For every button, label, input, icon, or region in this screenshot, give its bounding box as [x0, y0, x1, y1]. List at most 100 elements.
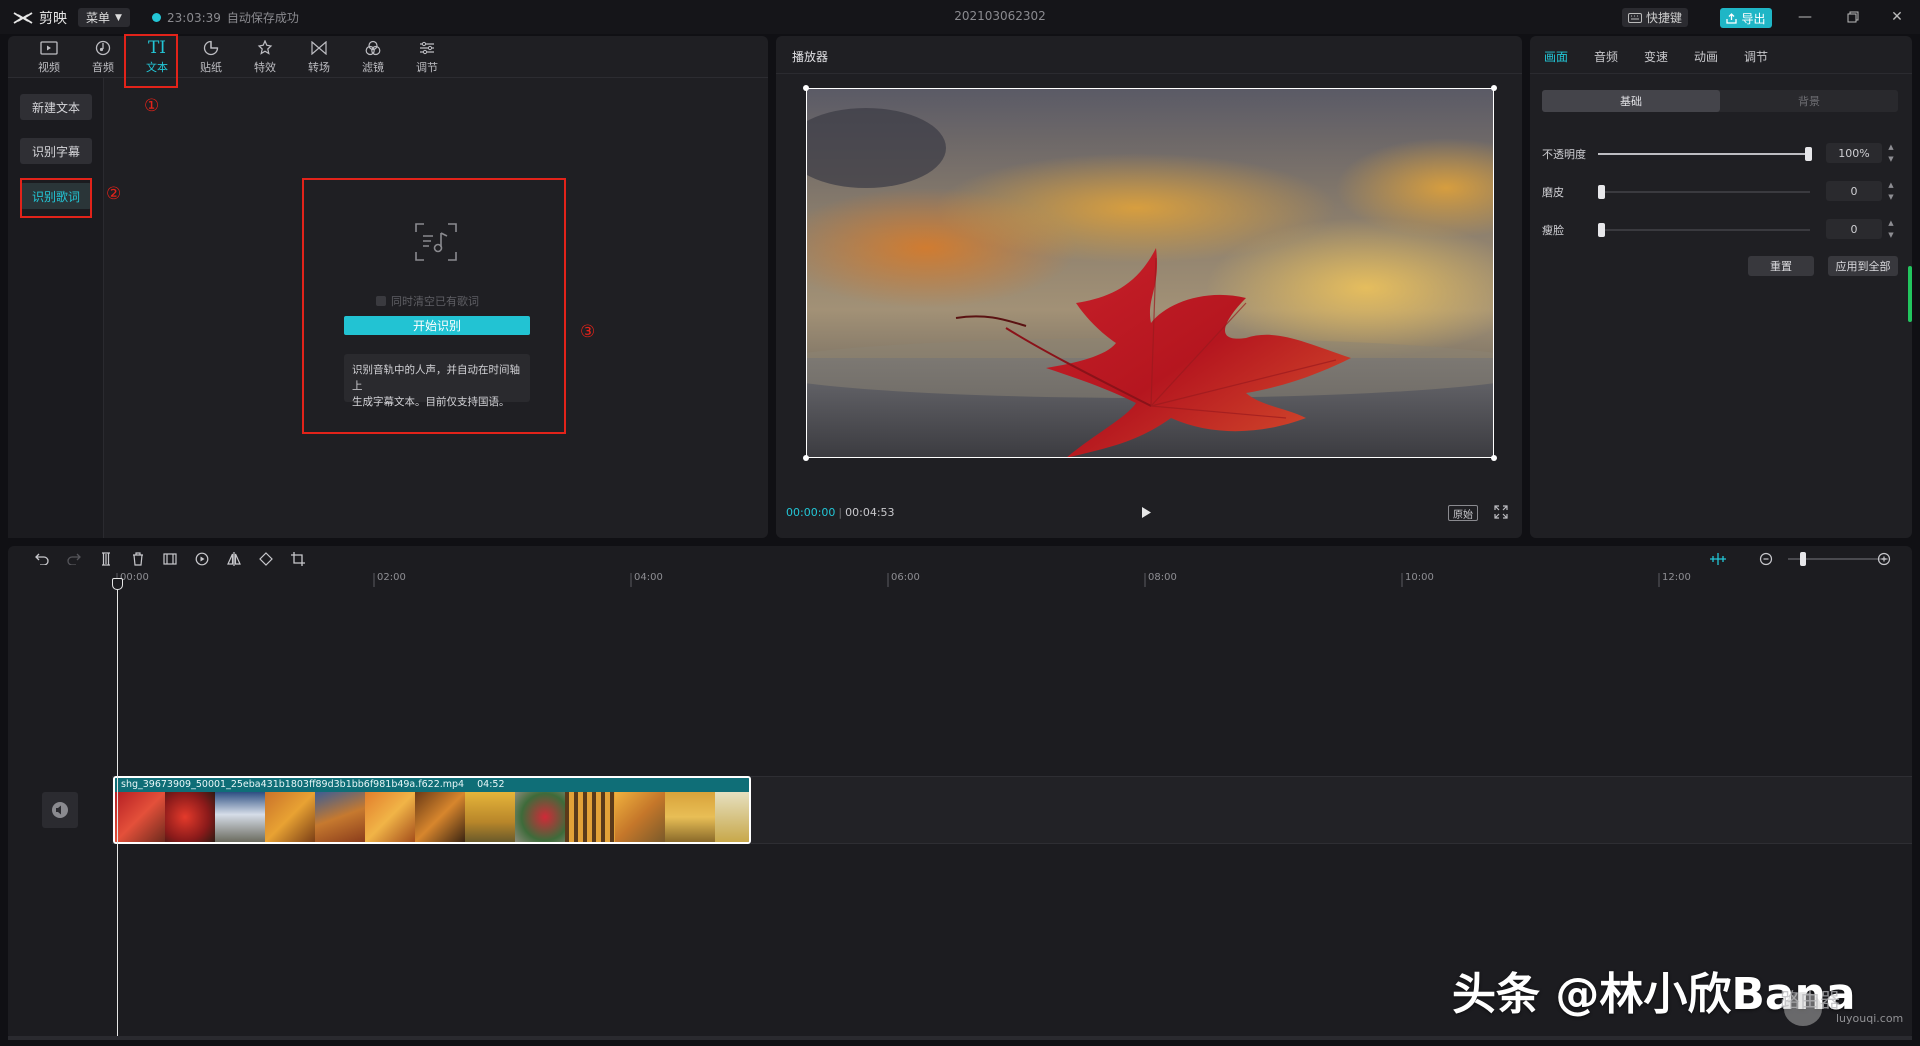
opacity-slider-knob[interactable]	[1805, 147, 1812, 161]
redo-button[interactable]	[64, 550, 84, 568]
redo-icon	[67, 553, 81, 565]
snap-toggle[interactable]	[1708, 550, 1728, 568]
clear-lyrics-checkbox-row[interactable]: 同时清空已有歌词	[376, 293, 479, 309]
zoom-slider[interactable]	[1788, 552, 1888, 566]
face-slim-slider-knob[interactable]	[1598, 223, 1605, 237]
segment-basic[interactable]: 基础	[1542, 90, 1720, 112]
chevron-up-icon[interactable]: ▲	[1888, 219, 1893, 227]
close-button[interactable]: ✕	[1882, 6, 1912, 28]
smoothing-slider-knob[interactable]	[1598, 185, 1605, 199]
opacity-slider[interactable]	[1598, 147, 1812, 161]
tool-filter[interactable]: 滤镜	[346, 36, 400, 78]
split-button[interactable]	[96, 550, 116, 568]
crop-button[interactable]	[288, 550, 308, 568]
clip-thumbnail	[715, 792, 749, 842]
reverse-button[interactable]	[192, 550, 212, 568]
shortcut-button[interactable]: 快捷键	[1622, 8, 1688, 27]
rotate-button[interactable]	[256, 550, 276, 568]
tool-effects[interactable]: 特效	[238, 36, 292, 78]
zoom-slider-knob[interactable]	[1800, 552, 1806, 566]
play-button[interactable]	[1136, 502, 1156, 522]
annotation-marker-1: ①	[144, 96, 160, 116]
delete-button[interactable]	[128, 550, 148, 568]
inspector-scrollbar[interactable]	[1908, 266, 1912, 322]
chevron-down-icon[interactable]: ▼	[1888, 155, 1893, 163]
chevron-down-icon[interactable]: ▼	[1888, 231, 1893, 239]
sticker-icon	[201, 39, 221, 57]
minimize-button[interactable]: —	[1790, 6, 1820, 28]
smoothing-stepper[interactable]: ▲ ▼	[1886, 181, 1896, 201]
reset-button[interactable]: 重置	[1748, 256, 1814, 276]
tool-transition-label: 转场	[308, 61, 330, 74]
playhead-line[interactable]	[117, 580, 118, 1036]
smoothing-input[interactable]: 0	[1826, 181, 1882, 201]
text-sidebar: 新建文本 识别字幕 识别歌词	[8, 78, 104, 538]
chevron-down-icon[interactable]: ▼	[1888, 193, 1893, 201]
chevron-up-icon[interactable]: ▲	[1888, 143, 1893, 151]
split-icon	[102, 552, 110, 566]
face-slim-slider[interactable]	[1598, 223, 1810, 237]
sidebar-item-new-text[interactable]: 新建文本	[20, 94, 92, 120]
track-mute-button[interactable]	[42, 792, 78, 828]
media-panel: 视频 音频 TI 文本 贴纸 特效 转场 滤镜 调节 ① 新建文本 识别字幕 识…	[8, 34, 768, 538]
freeze-button[interactable]	[160, 550, 180, 568]
opacity-input[interactable]: 100%	[1826, 143, 1882, 163]
maximize-button[interactable]	[1838, 6, 1868, 28]
timeline-ruler[interactable]	[8, 572, 1912, 587]
start-recognition-button[interactable]: 开始识别	[344, 316, 530, 335]
opacity-stepper[interactable]: ▲ ▼	[1886, 143, 1896, 163]
chevron-up-icon[interactable]: ▲	[1888, 181, 1893, 189]
sidebar-item-recognize-subtitles[interactable]: 识别字幕	[20, 138, 92, 164]
inspector-panel: 画面 音频 变速 动画 调节 基础 背景 不透明度 100% ▲ ▼ 磨皮 0 ▲…	[1530, 36, 1912, 538]
clip-thumbnail	[215, 792, 265, 842]
tab-audio[interactable]: 音频	[1594, 48, 1618, 65]
crop-icon	[291, 552, 305, 566]
face-slim-input[interactable]: 0	[1826, 219, 1882, 239]
close-icon: ✕	[1891, 9, 1903, 25]
tab-speed[interactable]: 变速	[1644, 48, 1668, 65]
tab-picture[interactable]: 画面	[1544, 48, 1568, 65]
ratio-button[interactable]: 原始	[1448, 505, 1478, 521]
restore-icon	[1847, 11, 1859, 23]
capcut-logo-icon	[13, 12, 33, 24]
export-button[interactable]: 导出	[1720, 8, 1772, 28]
tool-video-label: 视频	[38, 61, 60, 74]
clip-header: shg_39673909_50001_25eba431b1803ff89d3b1…	[115, 778, 749, 792]
player-panel: 播放器 00:00:00 | 00:04:53 原始	[750, 36, 1556, 538]
zoom-out-button[interactable]	[1756, 550, 1776, 568]
video-preview[interactable]	[750, 85, 1556, 461]
reverse-icon	[195, 552, 209, 566]
shortcut-label: 快捷键	[1645, 11, 1682, 25]
tool-audio[interactable]: 音频	[76, 36, 130, 78]
tab-adjust[interactable]: 调节	[1744, 48, 1768, 65]
menu-button[interactable]: 菜单 ▼	[78, 8, 130, 27]
export-icon	[1726, 12, 1738, 24]
playhead-handle[interactable]	[112, 578, 123, 590]
face-slim-stepper[interactable]: ▲ ▼	[1886, 219, 1896, 239]
video-bounding-frame	[806, 88, 1494, 458]
zoom-in-button[interactable]	[1874, 550, 1894, 568]
fullscreen-button[interactable]	[1494, 504, 1510, 520]
app-logo: 剪映	[12, 8, 67, 28]
clip-thumbnails	[115, 792, 749, 842]
undo-button[interactable]	[32, 550, 52, 568]
timeline-toolbar	[8, 546, 1912, 572]
mirror-button[interactable]	[224, 550, 244, 568]
video-clip[interactable]: shg_39673909_50001_25eba431b1803ff89d3b1…	[113, 776, 751, 844]
timeline-scrollbar[interactable]	[8, 1036, 1912, 1040]
tool-adjust[interactable]: 调节	[400, 36, 454, 78]
filter-icon	[363, 39, 383, 57]
tool-sticker-label: 贴纸	[200, 61, 222, 74]
minimize-icon: —	[1798, 9, 1812, 25]
mirror-icon	[227, 552, 241, 566]
tool-video[interactable]: 视频	[22, 36, 76, 78]
tool-sticker[interactable]: 贴纸	[184, 36, 238, 78]
clear-lyrics-checkbox[interactable]	[376, 296, 386, 306]
tool-transition[interactable]: 转场	[292, 36, 346, 78]
tab-animation[interactable]: 动画	[1694, 48, 1718, 65]
segment-background[interactable]: 背景	[1720, 90, 1898, 112]
save-status: 23:03:39 自动保存成功	[152, 9, 299, 26]
apply-all-button[interactable]: 应用到全部	[1828, 256, 1898, 276]
save-status-text: 自动保存成功	[226, 11, 299, 25]
smoothing-slider[interactable]	[1598, 185, 1810, 199]
